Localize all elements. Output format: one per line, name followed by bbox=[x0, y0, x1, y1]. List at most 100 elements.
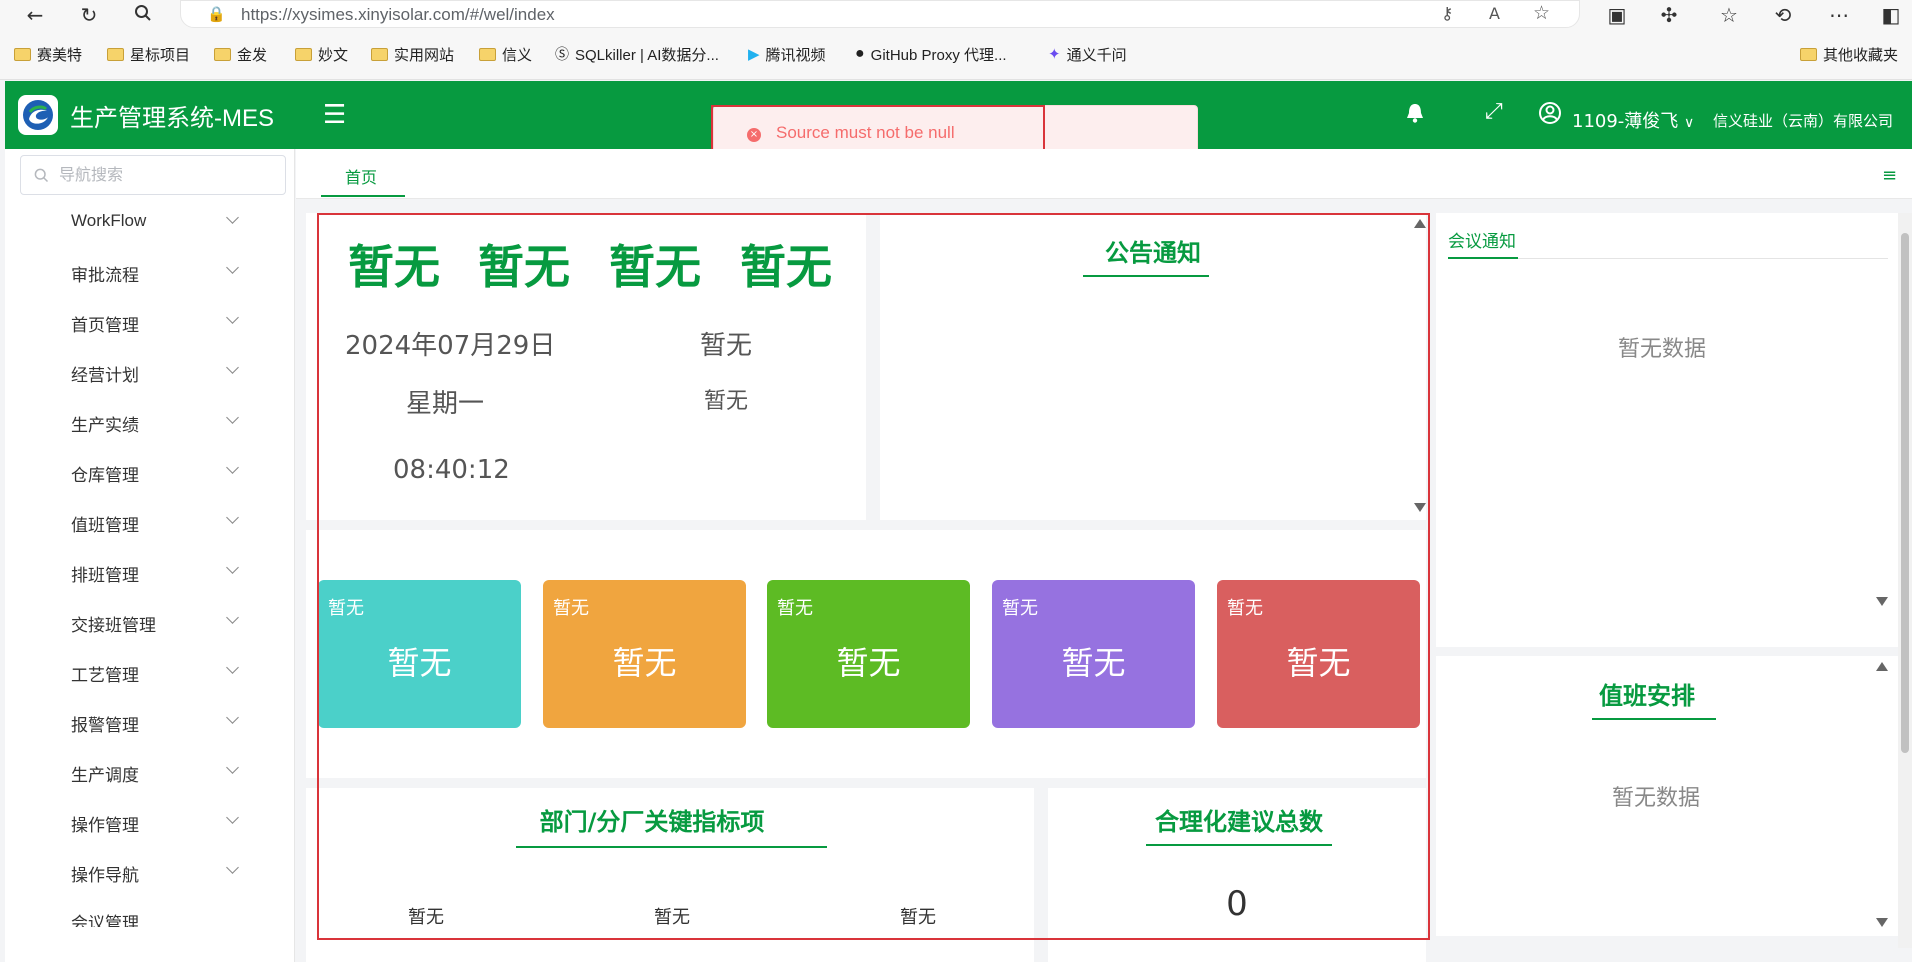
bookmark-folder[interactable]: 金发 bbox=[214, 42, 267, 66]
browser-toolbar: ← ↻ 🔒 https://xysimes.xinyisolar.com/#/w… bbox=[0, 0, 1912, 30]
meeting-empty: 暂无数据 bbox=[1617, 337, 1706, 362]
more-icon[interactable]: ⋯ bbox=[1826, 2, 1852, 28]
highlight-box bbox=[317, 213, 1430, 940]
bookmark-tencent-video[interactable]: ▶ 腾讯视频 bbox=[748, 42, 826, 66]
bookmark-folder[interactable]: 信义 bbox=[479, 42, 532, 66]
folder-icon bbox=[107, 47, 124, 61]
lock-icon: 🔒 bbox=[207, 5, 226, 23]
read-aloud-icon[interactable]: A bbox=[1489, 4, 1500, 23]
duty-panel: 值班安排 暂无数据 bbox=[1436, 656, 1904, 936]
bookmark-folder[interactable]: 妙文 bbox=[295, 42, 348, 66]
chevron-down-icon bbox=[226, 311, 239, 324]
favorite-star-icon[interactable]: ☆ bbox=[1533, 2, 1550, 24]
duty-empty: 暂无数据 bbox=[1611, 786, 1700, 811]
tab-divider bbox=[1518, 258, 1888, 259]
chevron-down-icon bbox=[226, 561, 239, 574]
bookmark-folder[interactable]: 赛美特 bbox=[14, 42, 82, 66]
sidebar-item-warehouse[interactable]: 仓库管理 bbox=[5, 447, 294, 497]
menu-fold-icon[interactable]: ☰ bbox=[323, 102, 346, 128]
history-icon[interactable]: ⟲ bbox=[1770, 2, 1796, 28]
duty-underline bbox=[1592, 718, 1716, 720]
search-icon[interactable] bbox=[130, 2, 156, 28]
folder-icon bbox=[295, 47, 312, 61]
scroll-up-icon[interactable] bbox=[1876, 662, 1888, 671]
key-icon[interactable]: ⚷ bbox=[1441, 4, 1453, 24]
tab-active-underline bbox=[1448, 257, 1518, 259]
bell-icon[interactable] bbox=[1405, 102, 1425, 130]
url-text[interactable]: https://xysimes.xinyisolar.com/#/wel/ind… bbox=[241, 5, 555, 25]
bookmark-sqlkiller[interactable]: Ⓢ SQLkiller | AI数据分... bbox=[555, 42, 719, 66]
bookmark-github-proxy[interactable]: ● GitHub Proxy 代理... bbox=[855, 42, 1007, 66]
play-icon: ▶ bbox=[748, 46, 760, 63]
bookmarks-bar: 赛美特 星标项目 金发 妙文 实用网站 信义 Ⓢ SQLkiller | AI数据… bbox=[0, 30, 1912, 80]
chevron-down-icon bbox=[226, 261, 239, 274]
chevron-down-icon bbox=[226, 461, 239, 474]
extension-icon[interactable]: ▣ bbox=[1604, 2, 1630, 28]
fullscreen-icon[interactable]: ⤢ bbox=[1485, 99, 1503, 124]
folder-icon bbox=[479, 47, 496, 61]
sidebar-item-schedule[interactable]: 排班管理 bbox=[5, 547, 294, 597]
chevron-down-icon bbox=[226, 211, 239, 224]
chevron-down-icon bbox=[226, 861, 239, 874]
sidebar-item-dispatch[interactable]: 生产调度 bbox=[5, 747, 294, 797]
user-avatar-icon[interactable] bbox=[1538, 101, 1562, 131]
sqlkiller-icon: Ⓢ bbox=[555, 46, 569, 62]
scroll-down-icon[interactable] bbox=[1876, 597, 1888, 606]
sidebar-item-operation-nav[interactable]: 操作导航 bbox=[5, 847, 294, 897]
sidebar-toggle-icon[interactable]: ◧ bbox=[1878, 2, 1904, 28]
nav-search[interactable] bbox=[20, 155, 286, 195]
chevron-down-icon: ∨ bbox=[1684, 115, 1695, 131]
tongyi-icon: ✦ bbox=[1048, 46, 1061, 63]
folder-icon bbox=[14, 47, 31, 61]
chevron-down-icon bbox=[226, 761, 239, 774]
sidebar: WorkFlow 审批流程 首页管理 经营计划 生产实绩 仓库管理 值班管理 排… bbox=[5, 149, 295, 962]
sidebar-item-duty[interactable]: 值班管理 bbox=[5, 497, 294, 547]
chevron-down-icon bbox=[226, 411, 239, 424]
duty-title: 值班安排 bbox=[1599, 682, 1695, 710]
tab-home[interactable]: 首页 bbox=[321, 149, 405, 197]
tab-meeting-notice[interactable]: 会议通知 bbox=[1448, 227, 1516, 252]
sidebar-item-meeting[interactable]: 会议管理 bbox=[5, 897, 294, 927]
page-scrollbar[interactable] bbox=[1898, 213, 1912, 948]
folder-icon bbox=[214, 47, 231, 61]
puzzle-icon[interactable]: ✣ bbox=[1656, 2, 1682, 28]
folder-icon bbox=[1800, 47, 1817, 61]
tab-bar: 首页 ≡ bbox=[296, 149, 1912, 199]
sidebar-item-process[interactable]: 工艺管理 bbox=[5, 647, 294, 697]
user-menu[interactable]: 1109-薄俊飞 ∨ bbox=[1572, 107, 1694, 133]
nav-search-input[interactable] bbox=[59, 165, 259, 187]
scrollbar-thumb[interactable] bbox=[1901, 233, 1909, 753]
sidebar-item-business-plan[interactable]: 经营计划 bbox=[5, 347, 294, 397]
sidebar-item-operation[interactable]: 操作管理 bbox=[5, 797, 294, 847]
chevron-down-icon bbox=[226, 661, 239, 674]
chevron-down-icon bbox=[226, 611, 239, 624]
tab-menu-icon[interactable]: ≡ bbox=[1882, 165, 1897, 186]
sidebar-item-home-mgmt[interactable]: 首页管理 bbox=[5, 297, 294, 347]
sidebar-item-workflow[interactable]: WorkFlow bbox=[5, 197, 294, 247]
sidebar-item-alarm[interactable]: 报警管理 bbox=[5, 697, 294, 747]
bookmark-folder[interactable]: 实用网站 bbox=[371, 42, 454, 66]
app-title: 生产管理系统-MES bbox=[70, 105, 274, 132]
user-name: 1109-薄俊飞 bbox=[1572, 111, 1679, 132]
bookmark-tongyi[interactable]: ✦ 通义千问 bbox=[1048, 42, 1127, 66]
folder-icon bbox=[371, 47, 388, 61]
favorites-icon[interactable]: ☆ bbox=[1716, 2, 1742, 28]
bookmark-other-folder[interactable]: 其他收藏夹 bbox=[1800, 42, 1898, 66]
company-name: 信义硅业（云南）有限公司 bbox=[1713, 112, 1894, 130]
chevron-down-icon bbox=[226, 361, 239, 374]
sidebar-item-handover[interactable]: 交接班管理 bbox=[5, 597, 294, 647]
bookmark-folder[interactable]: 星标项目 bbox=[107, 42, 190, 66]
address-bar[interactable]: 🔒 https://xysimes.xinyisolar.com/#/wel/i… bbox=[180, 0, 1580, 28]
chevron-down-icon bbox=[226, 711, 239, 724]
chevron-down-icon bbox=[226, 811, 239, 824]
sidebar-item-production[interactable]: 生产实绩 bbox=[5, 397, 294, 447]
github-icon: ● bbox=[855, 45, 865, 62]
meeting-panel: 会议通知 暂无数据 bbox=[1436, 213, 1904, 647]
sidebar-item-approval[interactable]: 审批流程 bbox=[5, 247, 294, 297]
logo bbox=[18, 95, 58, 135]
back-arrow-icon[interactable]: ← bbox=[22, 2, 48, 28]
chevron-down-icon bbox=[226, 511, 239, 524]
search-icon bbox=[34, 168, 49, 183]
scroll-down-icon[interactable] bbox=[1876, 918, 1888, 927]
refresh-icon[interactable]: ↻ bbox=[76, 2, 102, 28]
